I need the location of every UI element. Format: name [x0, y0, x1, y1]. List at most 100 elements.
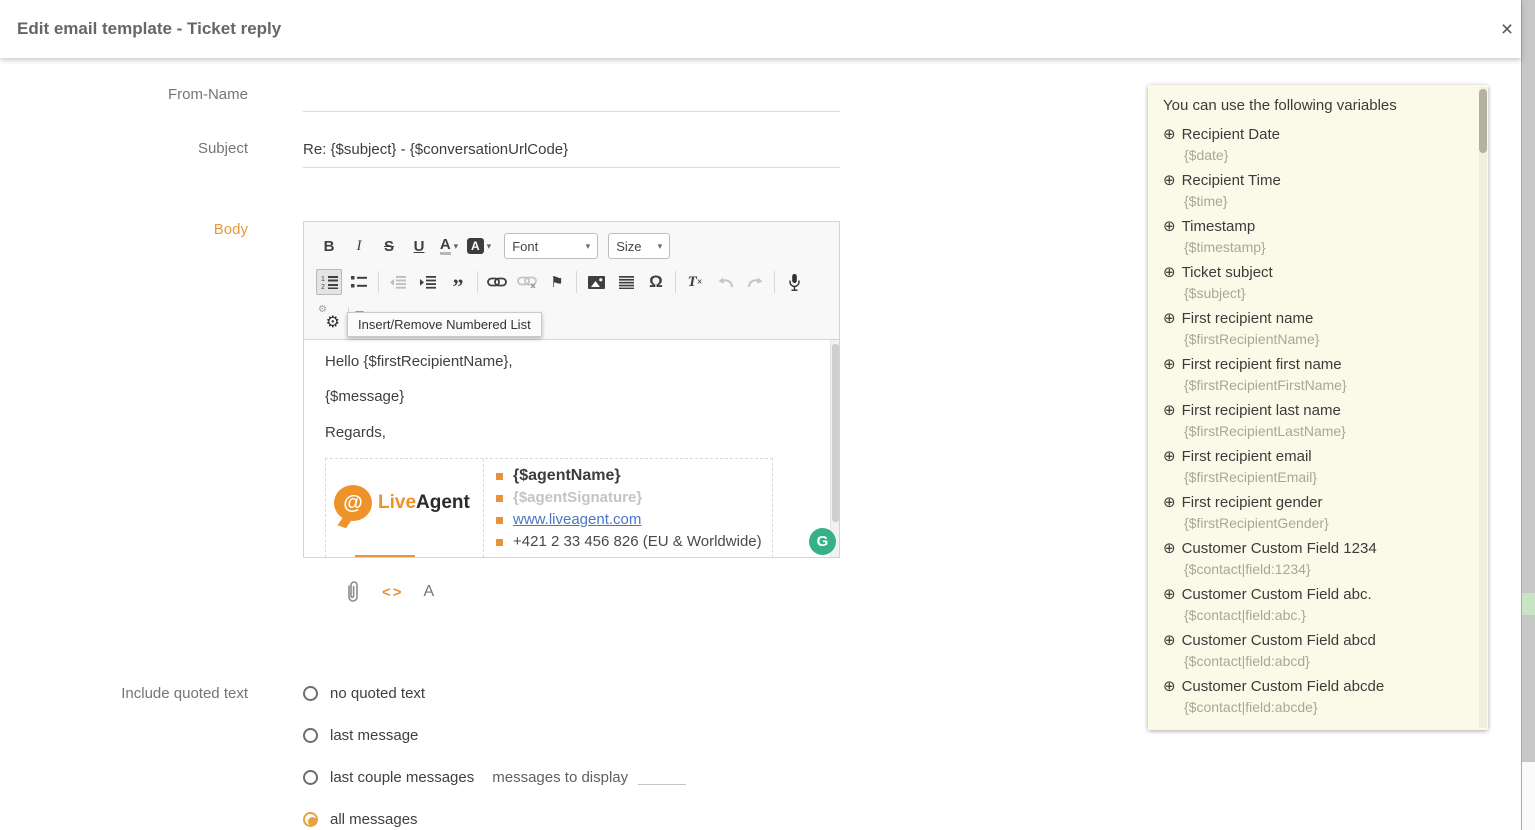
unlink-button[interactable] [514, 269, 540, 295]
variable-item[interactable]: ⊕ Customer Custom Field 1234 {$contact|f… [1163, 539, 1463, 579]
insert-variable-icon[interactable]: ⊕ [1163, 263, 1176, 283]
variable-code: {$timestamp} [1184, 239, 1266, 255]
insert-variable-icon[interactable]: ⊕ [1163, 125, 1176, 145]
increase-indent-button[interactable] [415, 269, 441, 295]
increase-indent-icon [420, 275, 436, 289]
bulleted-list-button[interactable] [346, 269, 372, 295]
attachment-button[interactable] [346, 580, 360, 604]
variable-code: {$contact|field:abcd} [1184, 653, 1310, 669]
radio-option[interactable]: last couple messages messages to display [303, 768, 687, 786]
editor-content-area[interactable]: Hello {$firstRecipientName}, {$message} … [304, 339, 839, 557]
signature-details-cell: {$agentName} {$agentSignature} www.livea… [484, 459, 772, 557]
undo-button[interactable] [712, 269, 738, 295]
variable-item[interactable]: ⊕ First recipient first name {$firstReci… [1163, 355, 1463, 395]
variable-code: {$firstRecipientLastName} [1184, 423, 1346, 439]
variable-code: {$date} [1184, 147, 1229, 163]
variable-item[interactable]: ⊕ Customer Custom Field abcd {$contact|f… [1163, 631, 1463, 671]
window-scrollbar[interactable] [1521, 0, 1535, 830]
code-view-button[interactable]: <> [382, 584, 404, 601]
radio-icon[interactable] [303, 769, 318, 785]
variable-code: {$firstRecipientGender} [1184, 515, 1329, 531]
grammarly-badge[interactable]: G [809, 528, 836, 555]
text-color-button[interactable]: A ▾ [436, 233, 462, 259]
radio-option[interactable]: last message [303, 726, 686, 744]
toolbar-separator [477, 271, 478, 293]
from-name-input[interactable] [303, 111, 840, 112]
background-color-button[interactable]: A ▾ [466, 233, 492, 259]
redo-button[interactable] [742, 269, 768, 295]
signature-line-text: +421 2 33 456 826 (EU & Worldwide) [513, 533, 762, 550]
link-icon [487, 277, 507, 287]
insert-variable-icon[interactable]: ⊕ [1163, 401, 1176, 421]
radio-icon[interactable] [303, 811, 318, 827]
radio-option[interactable]: all messages [303, 810, 686, 828]
anchor-flag-button[interactable]: ⚑ [544, 269, 570, 295]
insert-image-button[interactable] [583, 269, 609, 295]
logo-text-agent: Agent [416, 492, 470, 513]
insert-variable-icon[interactable]: ⊕ [1163, 631, 1176, 651]
variable-code: {$firstRecipientFirstName} [1184, 377, 1347, 393]
font-select[interactable]: Font ▾ [504, 233, 599, 259]
insert-variable-icon[interactable]: ⊕ [1163, 355, 1176, 375]
numbered-list-button[interactable]: 12 [316, 269, 342, 295]
special-character-button[interactable]: Ω [643, 269, 669, 295]
italic-button[interactable]: I [346, 233, 372, 259]
variable-item[interactable]: ⊕ First recipient last name {$firstRecip… [1163, 401, 1463, 441]
radio-icon[interactable] [303, 727, 318, 743]
variable-name: Timestamp [1181, 218, 1256, 235]
radio-option-label: no quoted text [330, 684, 426, 702]
decrease-indent-icon [390, 275, 406, 289]
variable-item[interactable]: ⊕ First recipient gender {$firstRecipien… [1163, 493, 1463, 533]
variable-name: Customer Custom Field abcd [1181, 632, 1376, 649]
variables-panel-scrollbar[interactable] [1479, 87, 1487, 728]
strikethrough-button[interactable]: S [376, 233, 402, 259]
radio-option[interactable]: no quoted text [303, 684, 686, 702]
messages-to-display-label: messages to display [492, 768, 629, 786]
liveagent-logo: @ LiveAgent [334, 485, 470, 521]
decrease-indent-button[interactable] [385, 269, 411, 295]
underline-button[interactable]: U [406, 233, 432, 259]
blockquote-button[interactable]: ” [445, 269, 471, 298]
variables-list: ⊕ Recipient Date {$date} ⊕ Recipient Tim… [1163, 125, 1463, 723]
radio-icon[interactable] [303, 685, 318, 701]
text-format-button[interactable]: A [424, 583, 435, 601]
mic-button[interactable] [781, 269, 807, 295]
insert-variable-icon[interactable]: ⊕ [1163, 309, 1176, 329]
variable-name: First recipient last name [1181, 402, 1341, 419]
remove-format-button[interactable]: T × [682, 269, 708, 295]
insert-variable-icon[interactable]: ⊕ [1163, 171, 1176, 191]
variable-item[interactable]: ⊕ Customer Custom Field abcde {$contact|… [1163, 677, 1463, 717]
close-icon[interactable]: × [1494, 17, 1520, 43]
messages-to-display-input[interactable] [638, 770, 687, 785]
signature-line: +421 2 33 456 826 (EU & Worldwide) [494, 531, 772, 553]
bullet-square-icon [496, 472, 503, 480]
variable-item[interactable]: ⊕ First recipient name {$firstRecipientN… [1163, 309, 1463, 349]
text-block-button[interactable] [613, 269, 639, 295]
insert-variable-icon[interactable]: ⊕ [1163, 217, 1176, 237]
variable-item[interactable]: ⊕ Timestamp {$timestamp} [1163, 217, 1463, 257]
size-select[interactable]: Size ▾ [608, 233, 671, 259]
background-color-icon: A [467, 238, 484, 254]
link-button[interactable] [484, 269, 510, 295]
variable-item[interactable]: ⊕ Recipient Time {$time} [1163, 171, 1463, 211]
bold-button[interactable]: B [316, 233, 342, 259]
editor-scrollbar-thumb[interactable] [832, 344, 839, 522]
insert-variable-icon[interactable]: ⊕ [1163, 539, 1176, 559]
body-greeting-text: Hello {$firstRecipientName}, [325, 353, 513, 370]
variable-item[interactable]: ⊕ Recipient Date {$date} [1163, 125, 1463, 165]
redo-icon [747, 277, 762, 288]
editor-toolbar-row-2: 12 ” ⚑ Ω T × [316, 267, 811, 298]
insert-variable-icon[interactable]: ⊕ [1163, 677, 1176, 697]
gear-button[interactable]: ⚙ ⚙ [316, 305, 342, 331]
variables-scrollbar-thumb[interactable] [1479, 89, 1487, 153]
signature-line-text: {$agentName} [513, 467, 621, 484]
insert-variable-icon[interactable]: ⊕ [1163, 493, 1176, 513]
variable-item[interactable]: ⊕ Ticket subject {$subject} [1163, 263, 1463, 303]
scrollbar-track-end [1522, 762, 1535, 830]
variable-item[interactable]: ⊕ Customer Custom Field abc. {$contact|f… [1163, 585, 1463, 625]
subject-input-value[interactable]: Re: {$subject} - {$conversationUrlCode} [303, 141, 568, 158]
insert-variable-icon[interactable]: ⊕ [1163, 585, 1176, 605]
insert-variable-icon[interactable]: ⊕ [1163, 447, 1176, 467]
variable-item[interactable]: ⊕ First recipient email {$firstRecipient… [1163, 447, 1463, 487]
editor-scrollbar[interactable] [830, 340, 839, 557]
